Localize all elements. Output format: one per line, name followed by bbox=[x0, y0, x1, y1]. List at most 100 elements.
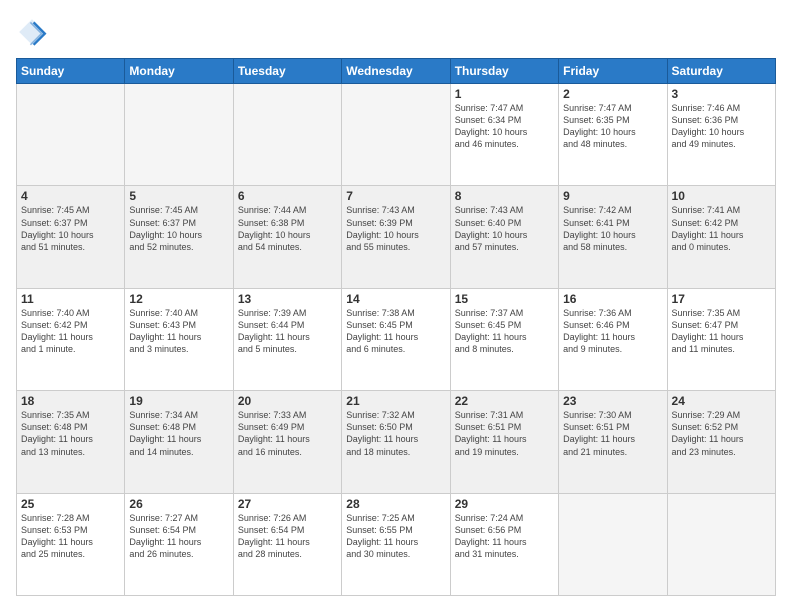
day-number: 4 bbox=[21, 189, 120, 203]
day-info: Sunrise: 7:32 AM Sunset: 6:50 PM Dayligh… bbox=[346, 409, 445, 458]
calendar-cell: 24Sunrise: 7:29 AM Sunset: 6:52 PM Dayli… bbox=[667, 391, 775, 493]
calendar-cell: 13Sunrise: 7:39 AM Sunset: 6:44 PM Dayli… bbox=[233, 288, 341, 390]
day-info: Sunrise: 7:35 AM Sunset: 6:48 PM Dayligh… bbox=[21, 409, 120, 458]
calendar-table: SundayMondayTuesdayWednesdayThursdayFrid… bbox=[16, 58, 776, 596]
calendar-cell: 22Sunrise: 7:31 AM Sunset: 6:51 PM Dayli… bbox=[450, 391, 558, 493]
calendar-cell: 2Sunrise: 7:47 AM Sunset: 6:35 PM Daylig… bbox=[559, 84, 667, 186]
day-number: 25 bbox=[21, 497, 120, 511]
calendar-cell: 11Sunrise: 7:40 AM Sunset: 6:42 PM Dayli… bbox=[17, 288, 125, 390]
day-number: 13 bbox=[238, 292, 337, 306]
day-number: 15 bbox=[455, 292, 554, 306]
calendar-cell: 4Sunrise: 7:45 AM Sunset: 6:37 PM Daylig… bbox=[17, 186, 125, 288]
week-row-5: 25Sunrise: 7:28 AM Sunset: 6:53 PM Dayli… bbox=[17, 493, 776, 595]
day-info: Sunrise: 7:47 AM Sunset: 6:34 PM Dayligh… bbox=[455, 102, 554, 151]
day-number: 6 bbox=[238, 189, 337, 203]
day-info: Sunrise: 7:39 AM Sunset: 6:44 PM Dayligh… bbox=[238, 307, 337, 356]
calendar-cell bbox=[17, 84, 125, 186]
day-number: 3 bbox=[672, 87, 771, 101]
week-row-3: 11Sunrise: 7:40 AM Sunset: 6:42 PM Dayli… bbox=[17, 288, 776, 390]
day-info: Sunrise: 7:29 AM Sunset: 6:52 PM Dayligh… bbox=[672, 409, 771, 458]
week-row-4: 18Sunrise: 7:35 AM Sunset: 6:48 PM Dayli… bbox=[17, 391, 776, 493]
weekday-header-saturday: Saturday bbox=[667, 59, 775, 84]
calendar-cell: 27Sunrise: 7:26 AM Sunset: 6:54 PM Dayli… bbox=[233, 493, 341, 595]
day-number: 19 bbox=[129, 394, 228, 408]
day-info: Sunrise: 7:45 AM Sunset: 6:37 PM Dayligh… bbox=[129, 204, 228, 253]
day-number: 7 bbox=[346, 189, 445, 203]
calendar-cell: 20Sunrise: 7:33 AM Sunset: 6:49 PM Dayli… bbox=[233, 391, 341, 493]
day-number: 22 bbox=[455, 394, 554, 408]
day-info: Sunrise: 7:43 AM Sunset: 6:39 PM Dayligh… bbox=[346, 204, 445, 253]
calendar-cell bbox=[667, 493, 775, 595]
day-info: Sunrise: 7:43 AM Sunset: 6:40 PM Dayligh… bbox=[455, 204, 554, 253]
day-number: 8 bbox=[455, 189, 554, 203]
calendar-cell: 23Sunrise: 7:30 AM Sunset: 6:51 PM Dayli… bbox=[559, 391, 667, 493]
day-number: 27 bbox=[238, 497, 337, 511]
page: SundayMondayTuesdayWednesdayThursdayFrid… bbox=[0, 0, 792, 612]
calendar-cell: 25Sunrise: 7:28 AM Sunset: 6:53 PM Dayli… bbox=[17, 493, 125, 595]
day-info: Sunrise: 7:44 AM Sunset: 6:38 PM Dayligh… bbox=[238, 204, 337, 253]
weekday-header-monday: Monday bbox=[125, 59, 233, 84]
calendar-cell: 17Sunrise: 7:35 AM Sunset: 6:47 PM Dayli… bbox=[667, 288, 775, 390]
day-number: 1 bbox=[455, 87, 554, 101]
calendar-cell bbox=[559, 493, 667, 595]
day-number: 28 bbox=[346, 497, 445, 511]
header bbox=[16, 16, 776, 48]
calendar-cell: 21Sunrise: 7:32 AM Sunset: 6:50 PM Dayli… bbox=[342, 391, 450, 493]
calendar-cell: 3Sunrise: 7:46 AM Sunset: 6:36 PM Daylig… bbox=[667, 84, 775, 186]
calendar-cell: 15Sunrise: 7:37 AM Sunset: 6:45 PM Dayli… bbox=[450, 288, 558, 390]
week-row-2: 4Sunrise: 7:45 AM Sunset: 6:37 PM Daylig… bbox=[17, 186, 776, 288]
calendar-cell bbox=[342, 84, 450, 186]
day-number: 29 bbox=[455, 497, 554, 511]
day-info: Sunrise: 7:33 AM Sunset: 6:49 PM Dayligh… bbox=[238, 409, 337, 458]
day-info: Sunrise: 7:31 AM Sunset: 6:51 PM Dayligh… bbox=[455, 409, 554, 458]
day-info: Sunrise: 7:25 AM Sunset: 6:55 PM Dayligh… bbox=[346, 512, 445, 561]
calendar-cell: 18Sunrise: 7:35 AM Sunset: 6:48 PM Dayli… bbox=[17, 391, 125, 493]
day-number: 5 bbox=[129, 189, 228, 203]
day-info: Sunrise: 7:35 AM Sunset: 6:47 PM Dayligh… bbox=[672, 307, 771, 356]
calendar-cell: 5Sunrise: 7:45 AM Sunset: 6:37 PM Daylig… bbox=[125, 186, 233, 288]
day-info: Sunrise: 7:42 AM Sunset: 6:41 PM Dayligh… bbox=[563, 204, 662, 253]
calendar-cell: 10Sunrise: 7:41 AM Sunset: 6:42 PM Dayli… bbox=[667, 186, 775, 288]
day-info: Sunrise: 7:24 AM Sunset: 6:56 PM Dayligh… bbox=[455, 512, 554, 561]
calendar-cell: 16Sunrise: 7:36 AM Sunset: 6:46 PM Dayli… bbox=[559, 288, 667, 390]
day-number: 20 bbox=[238, 394, 337, 408]
day-info: Sunrise: 7:28 AM Sunset: 6:53 PM Dayligh… bbox=[21, 512, 120, 561]
day-info: Sunrise: 7:27 AM Sunset: 6:54 PM Dayligh… bbox=[129, 512, 228, 561]
day-number: 21 bbox=[346, 394, 445, 408]
weekday-header-row: SundayMondayTuesdayWednesdayThursdayFrid… bbox=[17, 59, 776, 84]
day-number: 9 bbox=[563, 189, 662, 203]
calendar-cell bbox=[233, 84, 341, 186]
calendar-cell: 14Sunrise: 7:38 AM Sunset: 6:45 PM Dayli… bbox=[342, 288, 450, 390]
day-number: 2 bbox=[563, 87, 662, 101]
day-info: Sunrise: 7:47 AM Sunset: 6:35 PM Dayligh… bbox=[563, 102, 662, 151]
weekday-header-sunday: Sunday bbox=[17, 59, 125, 84]
day-info: Sunrise: 7:30 AM Sunset: 6:51 PM Dayligh… bbox=[563, 409, 662, 458]
calendar-cell: 29Sunrise: 7:24 AM Sunset: 6:56 PM Dayli… bbox=[450, 493, 558, 595]
day-number: 17 bbox=[672, 292, 771, 306]
calendar-cell: 26Sunrise: 7:27 AM Sunset: 6:54 PM Dayli… bbox=[125, 493, 233, 595]
day-info: Sunrise: 7:40 AM Sunset: 6:43 PM Dayligh… bbox=[129, 307, 228, 356]
day-info: Sunrise: 7:40 AM Sunset: 6:42 PM Dayligh… bbox=[21, 307, 120, 356]
calendar-cell: 19Sunrise: 7:34 AM Sunset: 6:48 PM Dayli… bbox=[125, 391, 233, 493]
calendar-cell: 1Sunrise: 7:47 AM Sunset: 6:34 PM Daylig… bbox=[450, 84, 558, 186]
logo-icon bbox=[16, 16, 48, 48]
day-info: Sunrise: 7:46 AM Sunset: 6:36 PM Dayligh… bbox=[672, 102, 771, 151]
calendar-cell: 28Sunrise: 7:25 AM Sunset: 6:55 PM Dayli… bbox=[342, 493, 450, 595]
calendar-cell: 6Sunrise: 7:44 AM Sunset: 6:38 PM Daylig… bbox=[233, 186, 341, 288]
day-info: Sunrise: 7:34 AM Sunset: 6:48 PM Dayligh… bbox=[129, 409, 228, 458]
day-number: 16 bbox=[563, 292, 662, 306]
calendar-cell: 7Sunrise: 7:43 AM Sunset: 6:39 PM Daylig… bbox=[342, 186, 450, 288]
calendar-cell: 8Sunrise: 7:43 AM Sunset: 6:40 PM Daylig… bbox=[450, 186, 558, 288]
calendar-cell: 9Sunrise: 7:42 AM Sunset: 6:41 PM Daylig… bbox=[559, 186, 667, 288]
day-info: Sunrise: 7:45 AM Sunset: 6:37 PM Dayligh… bbox=[21, 204, 120, 253]
calendar-cell: 12Sunrise: 7:40 AM Sunset: 6:43 PM Dayli… bbox=[125, 288, 233, 390]
day-number: 11 bbox=[21, 292, 120, 306]
weekday-header-wednesday: Wednesday bbox=[342, 59, 450, 84]
weekday-header-thursday: Thursday bbox=[450, 59, 558, 84]
day-number: 10 bbox=[672, 189, 771, 203]
day-info: Sunrise: 7:37 AM Sunset: 6:45 PM Dayligh… bbox=[455, 307, 554, 356]
day-number: 23 bbox=[563, 394, 662, 408]
day-number: 18 bbox=[21, 394, 120, 408]
day-info: Sunrise: 7:36 AM Sunset: 6:46 PM Dayligh… bbox=[563, 307, 662, 356]
day-number: 12 bbox=[129, 292, 228, 306]
